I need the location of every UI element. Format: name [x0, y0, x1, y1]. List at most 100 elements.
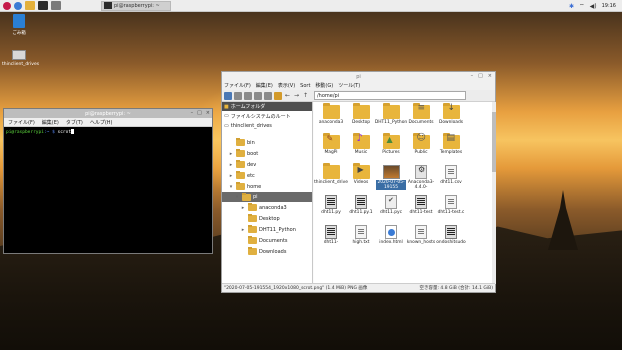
terminal-window: pi@raspberrypi: ~ – □ × ファイル(F) 編集(E) タブ…	[3, 108, 213, 254]
forward-arrow-icon[interactable]: →	[293, 92, 300, 99]
browser-icon[interactable]	[14, 1, 22, 10]
expander-icon[interactable]: ▸	[228, 173, 234, 179]
minimize-icon[interactable]: –	[191, 110, 194, 116]
tree-item-pi[interactable]: ▾ pi	[222, 192, 312, 202]
tree-item-home[interactable]: ▾ home	[222, 181, 312, 192]
place-filesystem-root[interactable]: ▭ ファイルシステムのルート	[222, 111, 312, 121]
file-item[interactable]: Templates	[436, 133, 466, 165]
tree-item-label: bin	[247, 139, 255, 146]
terminal-body[interactable]: pi@raspberrypi:~ $ scrot	[4, 127, 212, 137]
expander-icon[interactable]: ▸	[228, 162, 234, 168]
tree-item-dht11-python[interactable]: ▸ DHT11_Python	[222, 224, 312, 235]
text-file-icon	[415, 225, 427, 239]
file-item-label: Videos	[353, 180, 369, 185]
file-item[interactable]: Videos	[346, 163, 376, 195]
file-manager-icon[interactable]	[25, 1, 35, 10]
vertical-scrollbar[interactable]	[492, 102, 496, 284]
wifi-icon[interactable]: ⌔	[579, 2, 585, 10]
raspberry-menu-icon[interactable]	[3, 1, 11, 10]
file-item[interactable]: DHT11_Python	[375, 103, 407, 135]
expander-icon[interactable]: ▾	[228, 184, 234, 190]
clock[interactable]: 19:16	[602, 3, 616, 9]
file-item[interactable]: Anaconda3-4.4.0-	[406, 165, 436, 195]
file-item[interactable]: thinclient_drive	[314, 163, 348, 195]
file-item[interactable]: known_hosts	[406, 225, 436, 255]
back-arrow-icon[interactable]: ←	[284, 92, 291, 99]
menu-edit[interactable]: 編集(E)	[256, 82, 273, 89]
tree-item-dev[interactable]: ▸ dev	[222, 159, 312, 170]
menu-sort[interactable]: Sort	[300, 83, 310, 89]
file-view[interactable]: anaconda3 DesktopDHT11_PythonDocuments Dow…	[314, 102, 496, 284]
terminal-titlebar[interactable]: pi@raspberrypi: ~ – □ ×	[4, 109, 212, 118]
thumbnail-view-icon[interactable]	[244, 91, 252, 100]
home-icon[interactable]	[274, 91, 282, 100]
file-manager-titlebar[interactable]: pi – □ ×	[222, 72, 495, 81]
app-launcher-icon[interactable]	[51, 1, 61, 10]
address-bar[interactable]: /home/pi	[314, 91, 466, 100]
file-item[interactable]: 2020-07-05-19155	[376, 165, 406, 195]
compact-view-icon[interactable]	[254, 91, 262, 100]
maximize-icon[interactable]: □	[478, 73, 483, 79]
icon-view-icon[interactable]	[234, 91, 242, 100]
file-item[interactable]: Pictures	[376, 133, 406, 165]
minimize-icon[interactable]: –	[471, 73, 474, 79]
volume-icon[interactable]: ◀)	[590, 3, 597, 10]
expander-icon[interactable]: ▸	[228, 151, 234, 157]
side-pane-header[interactable]: ■ ホームフォルダ	[222, 102, 312, 111]
file-item[interactable]: dht11.py	[316, 195, 346, 225]
folder-icon	[322, 163, 340, 179]
file-item-label: dht11.pyc	[379, 210, 403, 215]
file-manager-window: pi – □ × ファイル(F) 編集(E) 表示(V) Sort 移動(G) …	[221, 71, 496, 293]
file-item[interactable]: Documents	[406, 103, 436, 135]
desktop-icon-thinclient-drives[interactable]: thinclient_drives	[2, 50, 39, 67]
bluetooth-icon[interactable]: ✱	[569, 3, 574, 10]
place-thinclient-drives[interactable]: ▭ thinclient_drives	[222, 121, 312, 131]
new-tab-icon[interactable]	[224, 91, 232, 100]
file-item[interactable]: dht11.csv	[436, 165, 466, 195]
tree-item-label: anaconda3	[259, 204, 287, 211]
file-item[interactable]: anaconda3	[316, 103, 346, 135]
tree-item-boot[interactable]: ▸ boot	[222, 148, 312, 159]
file-item[interactable]: dht11.pyc	[376, 195, 406, 225]
taskbar-task-terminal[interactable]: pi@raspberrypi: ~	[101, 0, 171, 11]
file-item[interactable]: index.html	[376, 225, 406, 255]
close-icon[interactable]: ×	[488, 73, 492, 79]
file-item[interactable]: ondoshitsudo	[436, 225, 466, 255]
scrollbar-thumb[interactable]	[492, 112, 496, 172]
file-item[interactable]: Desktop	[346, 103, 376, 135]
tree-item-downloads[interactable]: Downloads	[222, 246, 312, 257]
file-item[interactable]: dht11-test	[406, 195, 436, 225]
expander-icon[interactable]: ▾	[234, 194, 240, 200]
desktop-icon-trash[interactable]: ごみ箱	[2, 14, 36, 36]
tree-item-etc[interactable]: ▸ etc	[222, 170, 312, 181]
menu-tabs[interactable]: タブ(T)	[66, 119, 83, 126]
list-view-icon[interactable]	[264, 91, 272, 100]
tree-item-documents[interactable]: Documents	[222, 235, 312, 246]
menu-go[interactable]: 移動(G)	[315, 82, 333, 89]
menu-help[interactable]: ヘルプ(H)	[90, 119, 113, 126]
file-item[interactable]: Music	[346, 133, 376, 165]
file-item[interactable]: MagPi	[316, 133, 346, 165]
tree-item-bin[interactable]: bin	[222, 137, 312, 148]
expander-icon[interactable]: ▸	[240, 227, 246, 233]
file-item[interactable]: dht11-	[316, 225, 346, 255]
menu-edit[interactable]: 編集(E)	[42, 119, 59, 126]
close-icon[interactable]: ×	[206, 110, 210, 116]
up-arrow-icon[interactable]: ↑	[302, 92, 309, 99]
file-item[interactable]: high.txt	[346, 225, 376, 255]
maximize-icon[interactable]: □	[197, 110, 202, 116]
image-file-icon	[382, 165, 400, 179]
terminal-icon[interactable]	[38, 1, 48, 10]
file-item[interactable]: Public	[406, 133, 436, 165]
menu-view[interactable]: 表示(V)	[278, 82, 295, 89]
expander-icon[interactable]: ▸	[240, 205, 246, 211]
tree-item-anaconda3[interactable]: ▸ anaconda3	[222, 202, 312, 213]
folder-icon	[412, 133, 430, 149]
file-item[interactable]: Downloads	[436, 103, 466, 135]
file-item[interactable]: dht11.py.1	[346, 195, 376, 225]
menu-file[interactable]: ファイル(F)	[8, 119, 35, 126]
menu-tools[interactable]: ツール(T)	[338, 82, 360, 89]
file-item[interactable]: dht11-test.c	[436, 195, 466, 225]
tree-item-desktop[interactable]: Desktop	[222, 213, 312, 224]
menu-file[interactable]: ファイル(F)	[224, 82, 251, 89]
